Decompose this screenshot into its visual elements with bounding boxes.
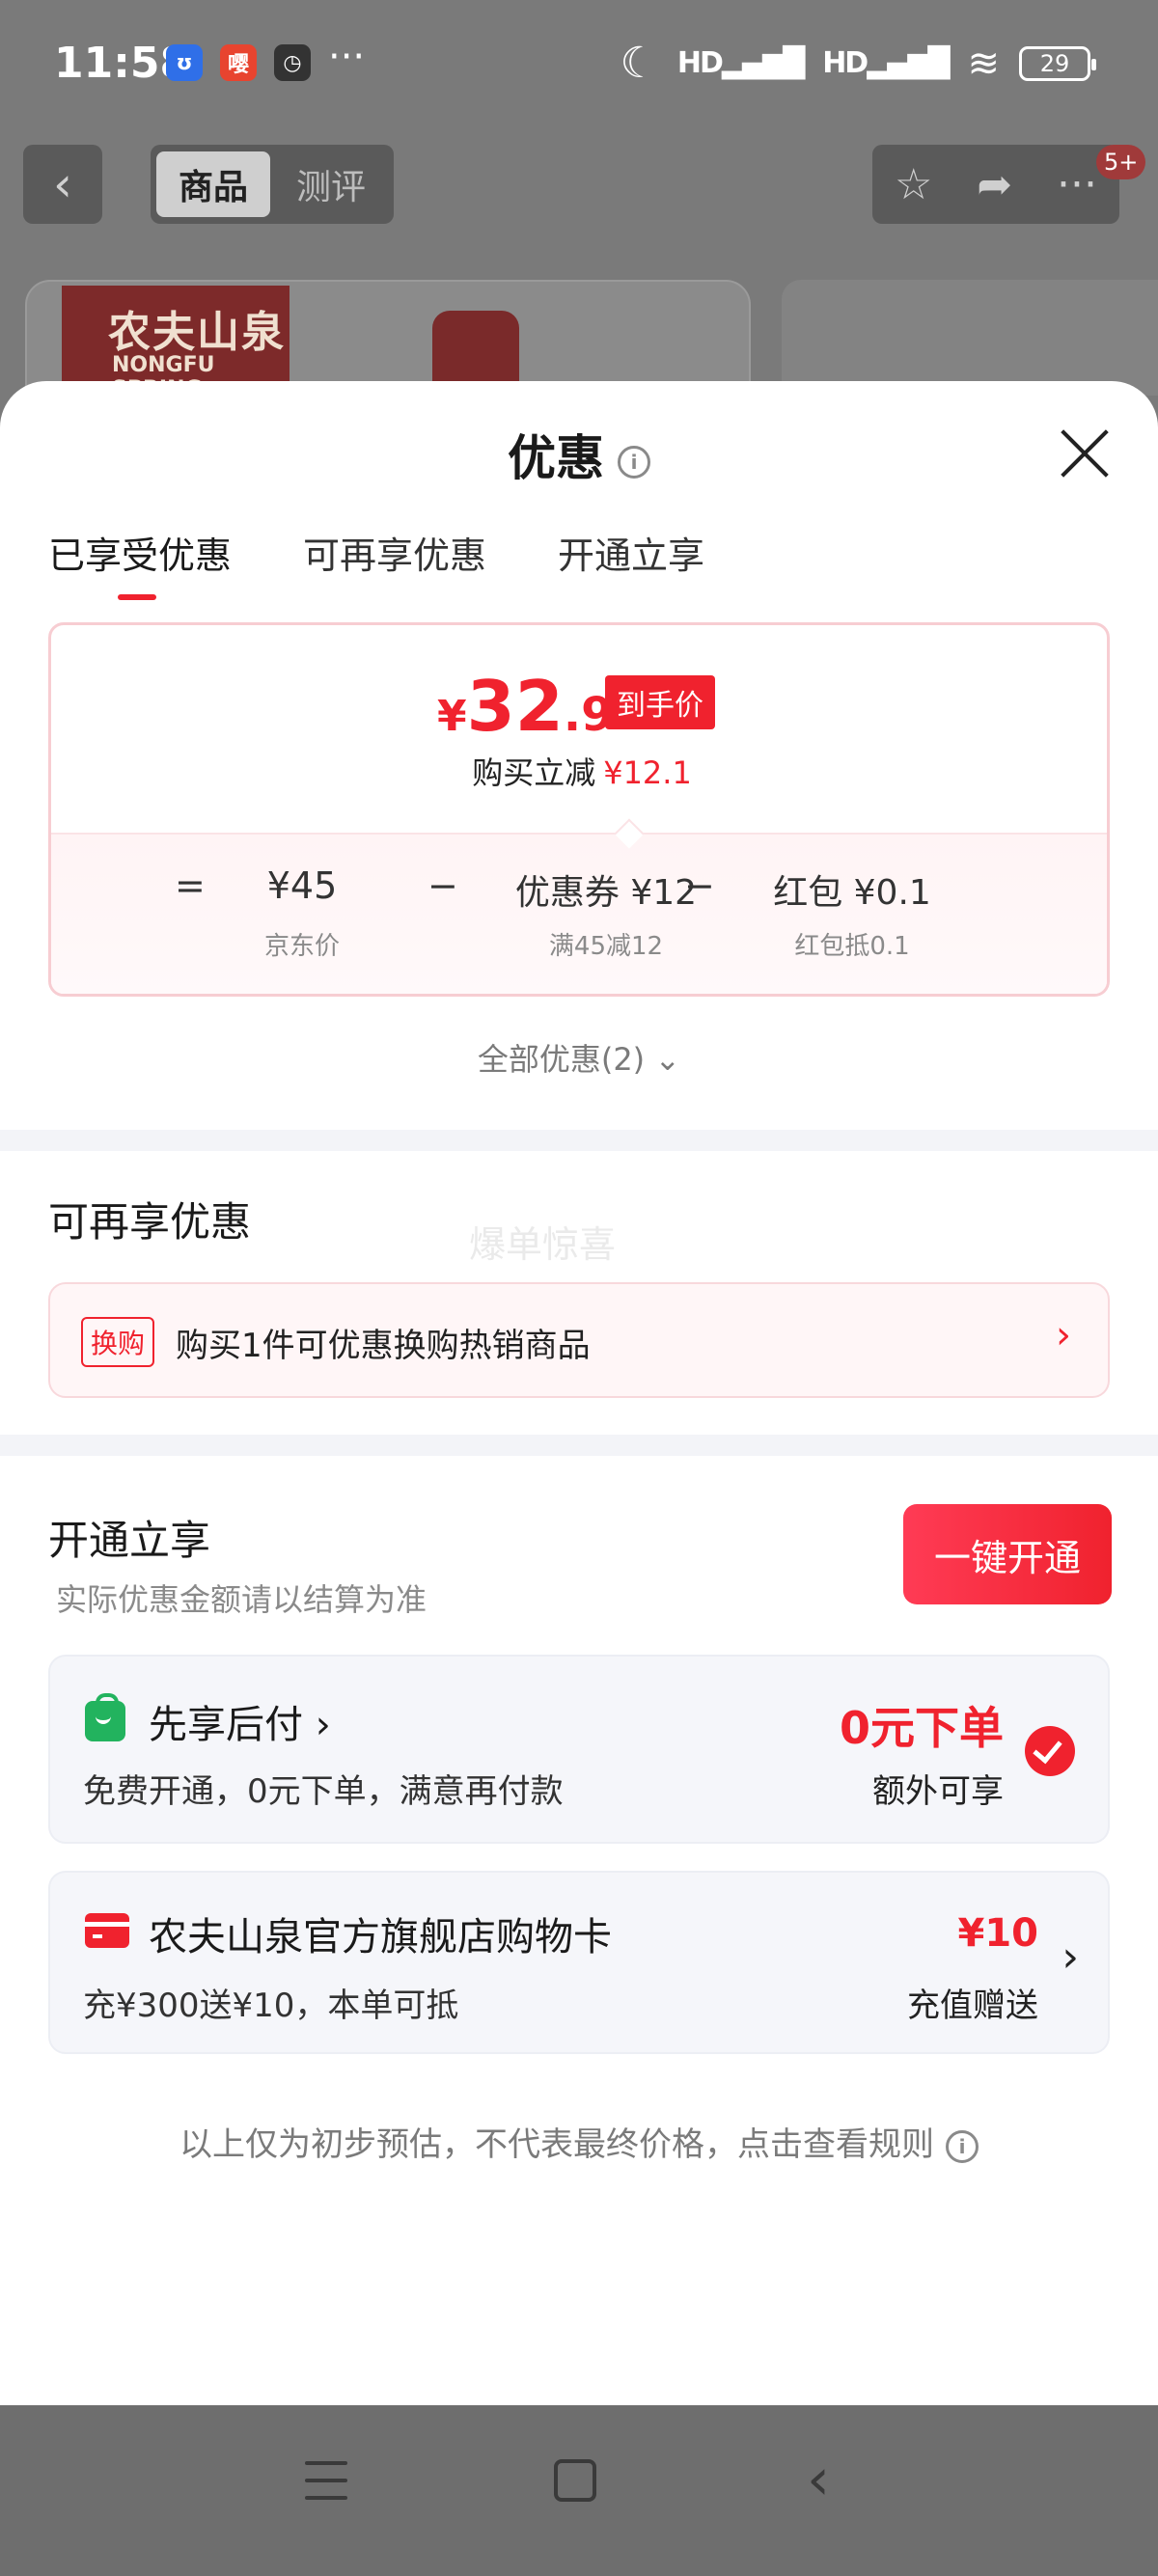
save-line: 购买立减 ¥12.1 [51,749,1107,793]
more-discounts-title: 可再享优惠 [48,1198,252,1246]
home-icon[interactable] [554,2459,596,2502]
system-nav-bar: ‹ [0,2405,1158,2576]
final-price-tag: 到手价 [605,675,715,729]
sheet-tabs: 已享受优惠 可再享优惠 开通立享 [48,526,704,600]
price-card: ¥ 32 .9 到手价 购买立减 ¥12.1 = ¥45 京东价 − 优惠券 ¥1… [48,622,1110,997]
signal-icon: HD▂▄▆█ [676,46,805,80]
brand-logo-cn: 农夫山泉 [108,308,286,357]
list-price: ¥45 [266,864,338,907]
shield-app-icon: ʊ [166,44,203,81]
header-actions: ☆ ➦ ··· [872,145,1119,224]
red-packet-amount: 红包 ¥0.1 [773,873,931,913]
status-bar: 11:58 ʊ 嘤 ◷ ··· ☾ HD▂▄▆█ HD▂▄▆█ ≋ 29 [0,0,1158,130]
watermark-text: 爆单惊喜 [469,1223,617,1266]
pay-later-sub: 额外可享 [872,1772,1004,1811]
section-divider-2 [0,1435,1158,1456]
minus-sign-2: − [684,864,715,907]
all-discounts-toggle[interactable]: 全部优惠(2) ⌄ [0,1035,1158,1080]
pay-later-desc: 免费开通，0元下单，满意再付款 [83,1772,564,1811]
star-icon[interactable]: ☆ [895,160,932,209]
info-icon[interactable]: i [618,445,650,479]
chevron-right-icon: › [1056,1313,1071,1357]
open-section-title: 开通立享 [48,1517,211,1564]
tab-more-available[interactable]: 可再享优惠 [303,526,486,600]
moon-icon: ☾ [620,39,658,88]
store-card-offer[interactable]: 农夫山泉官方旗舰店购物卡 充¥300送¥10，本单可抵 ¥10 充值赠送 › [48,1871,1110,2054]
side-image [782,280,1158,396]
store-card-sub: 充值赠送 [907,1987,1038,2025]
tab-reviews[interactable]: 测评 [274,151,388,217]
final-price: ¥ 32 .9 [437,666,613,747]
pay-later-title: 先享后付 › [149,1703,331,1747]
store-card-desc: 充¥300送¥10，本单可抵 [83,1987,459,2025]
tab-enjoyed[interactable]: 已享受优惠 [48,526,232,600]
credit-card-icon [85,1913,129,1948]
pay-later-highlight: 0元下单 [839,1702,1004,1754]
brand-logo: 农夫山泉 NONGFU SPRING [62,286,290,394]
recent-apps-icon[interactable] [305,2461,347,2500]
battery-icon: 29 [1019,45,1096,81]
save-amount: ¥12.1 [603,754,692,791]
message-badge: 5+ [1096,145,1146,179]
info-icon[interactable]: i [946,2129,979,2163]
red-app-icon: 嘤 [220,44,257,81]
exchange-text: 购买1件可优惠换购热销商品 [176,1327,591,1365]
one-click-open-button[interactable]: 一键开通 [903,1504,1112,1604]
discount-sheet: 优惠 i 已享受优惠 可再享优惠 开通立享 ¥ 32 .9 到手价 购买立减 ¥12… [0,381,1158,2405]
store-card-bonus: ¥10 [957,1911,1039,1956]
footer-note[interactable]: 以上仅为初步预估，不代表最终价格，点击查看规则 i [0,2118,1158,2165]
back-button[interactable]: ‹ [23,145,102,224]
minus-sign: − [427,864,458,907]
footer-note-text: 以上仅为初步预估，不代表最终价格，点击查看规则 [179,2125,934,2164]
equals-sign: = [175,864,206,907]
section-divider [0,1130,1158,1151]
list-price-label: 京东价 [263,932,340,961]
open-section-hint: 实际优惠金额请以结算为准 [56,1581,427,1618]
save-label: 购买立减 [472,754,596,791]
price-calculation: = ¥45 京东价 − 优惠券 ¥12 满45减12 − 红包 ¥0.1 红包抵… [51,864,1107,980]
share-icon[interactable]: ➦ [977,160,1012,209]
clock-app-icon: ◷ [274,44,311,81]
exchange-offer-row[interactable]: 换购 购买1件可优惠换购热销商品 › [48,1282,1110,1398]
exchange-badge: 换购 [81,1317,155,1367]
price-integer: 32 [466,666,564,747]
tab-open-now[interactable]: 开通立享 [558,526,704,600]
product-image: 农夫山泉 NONGFU SPRING [25,280,751,396]
tab-product[interactable]: 商品 [156,151,270,217]
signal-icon-2: HD▂▄▆█ [822,46,950,80]
sheet-title-wrap: 优惠 i [0,420,1158,489]
close-button[interactable] [1058,427,1110,480]
wifi-icon: ≋ [967,41,1000,86]
chevron-left-icon: ‹ [53,156,72,212]
store-card-title: 农夫山泉官方旗舰店购物卡 [149,1915,612,1959]
currency-symbol: ¥ [437,692,467,741]
checked-icon[interactable] [1025,1726,1075,1776]
back-icon[interactable]: ‹ [807,2446,830,2513]
coupon-rule: 满45减12 [548,932,664,961]
pay-later-card[interactable]: 先享后付 › 免费开通，0元下单，满意再付款 0元下单 额外可享 [48,1655,1110,1844]
product-tabs: 商品 测评 [151,145,394,224]
chevron-right-icon: › [1062,1932,1079,1982]
sheet-title: 优惠 [508,430,604,486]
red-packet-rule: 红包抵0.1 [794,932,910,961]
more-notifications-icon: ··· [328,35,366,79]
more-icon[interactable]: ··· [1057,160,1097,209]
shopping-bag-icon [85,1693,125,1741]
